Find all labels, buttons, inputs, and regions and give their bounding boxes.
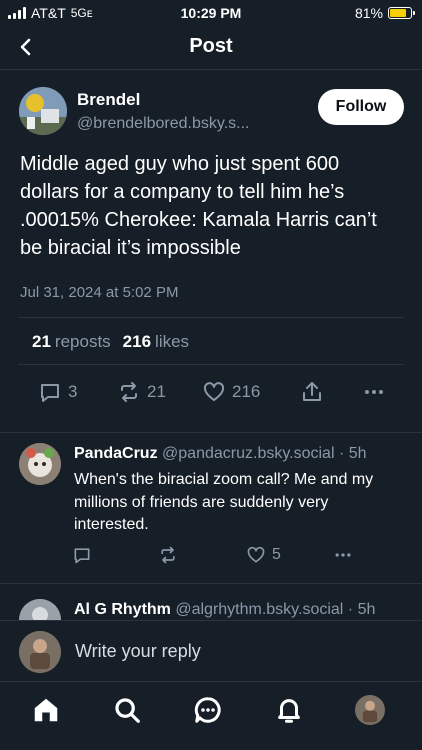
page-title: Post bbox=[189, 35, 233, 57]
author-handle[interactable]: @brendelbored.bsky.s... bbox=[77, 115, 249, 133]
chat-icon bbox=[194, 697, 221, 723]
home-icon bbox=[34, 698, 58, 722]
divider bbox=[18, 364, 404, 365]
avatar-image bbox=[19, 443, 61, 485]
post-text: Middle aged guy who just spent 600 dolla… bbox=[20, 153, 377, 259]
reposts-label: reposts bbox=[54, 332, 111, 351]
author-name[interactable]: Brendel bbox=[77, 90, 249, 110]
likes-label: likes bbox=[155, 332, 190, 351]
repost-icon bbox=[121, 382, 137, 402]
repost-count: 21 bbox=[147, 382, 166, 401]
post-actions: 3 21 216 bbox=[0, 380, 422, 406]
ellipsis-icon bbox=[365, 390, 383, 394]
reply-icon bbox=[74, 548, 90, 564]
status-right: 81% bbox=[354, 5, 415, 21]
reply-more-button[interactable] bbox=[333, 545, 353, 565]
share-button[interactable] bbox=[300, 380, 324, 404]
reply-actions: 5 bbox=[0, 545, 422, 567]
post-timestamp: Jul 31, 2024 at 5:02 PM bbox=[20, 284, 179, 301]
author-info[interactable]: Brendel @brendelbored.bsky.s... bbox=[77, 90, 249, 133]
heart-icon bbox=[203, 382, 225, 401]
like-button[interactable]: 216 bbox=[202, 380, 260, 404]
reposts-stat[interactable]: 21 reposts bbox=[32, 332, 111, 352]
reply-post[interactable]: PandaCruz @pandacruz.bsky.social · 5h Wh… bbox=[0, 432, 422, 584]
battery-percent: 81% bbox=[354, 5, 383, 21]
battery-icon bbox=[388, 7, 415, 19]
divider bbox=[18, 317, 404, 318]
avatar-image bbox=[19, 631, 61, 673]
profile-avatar bbox=[355, 695, 385, 725]
avatar-image bbox=[19, 599, 61, 621]
reply-count: 3 bbox=[68, 382, 78, 401]
tab-home[interactable] bbox=[30, 694, 62, 726]
reply-repost-button[interactable] bbox=[158, 545, 178, 565]
reply-post[interactable]: Al G Rhythm @algrhythm.bsky.social · 5h bbox=[0, 585, 422, 621]
engagement-stats: 21 reposts 216 likes bbox=[32, 332, 189, 352]
heart-icon bbox=[247, 546, 265, 563]
reply-reply-button[interactable] bbox=[72, 545, 92, 565]
likes-stat[interactable]: 216 likes bbox=[123, 332, 189, 352]
like-count: 216 bbox=[232, 382, 261, 401]
search-icon bbox=[115, 698, 140, 723]
reply-author-avatar[interactable] bbox=[19, 443, 61, 485]
reply-author-name[interactable]: PandaCruz bbox=[74, 445, 158, 462]
reply-author-handle[interactable]: @algrhythm.bsky.social · 5h bbox=[175, 601, 375, 618]
bottom-tab-bar bbox=[0, 682, 422, 750]
reposts-count: 21 bbox=[32, 332, 51, 351]
likes-count: 216 bbox=[122, 332, 152, 351]
reply-button[interactable]: 3 bbox=[38, 380, 77, 404]
top-bar: Post bbox=[0, 26, 422, 70]
tab-search[interactable] bbox=[111, 694, 143, 726]
my-avatar bbox=[19, 631, 61, 673]
reply-composer[interactable]: Write your reply bbox=[0, 620, 422, 682]
reply-input[interactable]: Write your reply bbox=[75, 641, 201, 662]
reply-header: PandaCruz @pandacruz.bsky.social · 5h bbox=[74, 445, 367, 463]
repost-button[interactable]: 21 bbox=[117, 380, 166, 404]
repost-icon bbox=[161, 546, 175, 564]
tab-chat[interactable] bbox=[192, 694, 224, 726]
follow-button[interactable]: Follow bbox=[318, 89, 404, 125]
status-bar: AT&T 5Gᴇ 10:29 PM 81% bbox=[0, 0, 422, 26]
share-icon bbox=[303, 382, 321, 401]
ellipsis-icon bbox=[335, 553, 351, 557]
more-options-button[interactable] bbox=[362, 380, 386, 404]
reply-author-name[interactable]: Al G Rhythm bbox=[74, 601, 171, 618]
tab-notifications[interactable] bbox=[273, 694, 305, 726]
reply-author-handle[interactable]: @pandacruz.bsky.social · 5h bbox=[162, 445, 366, 462]
reply-author-avatar[interactable] bbox=[19, 599, 61, 621]
reply-icon bbox=[41, 384, 59, 402]
reply-text: When's the biracial zoom call? Me and my… bbox=[74, 471, 374, 533]
reply-like-count: 5 bbox=[272, 546, 281, 563]
avatar-image bbox=[19, 87, 67, 135]
reply-like-button[interactable]: 5 bbox=[246, 545, 281, 565]
bell-icon bbox=[278, 699, 300, 723]
tab-profile[interactable] bbox=[354, 694, 386, 726]
author-avatar[interactable] bbox=[19, 87, 67, 135]
reply-header: Al G Rhythm @algrhythm.bsky.social · 5h bbox=[74, 601, 375, 619]
